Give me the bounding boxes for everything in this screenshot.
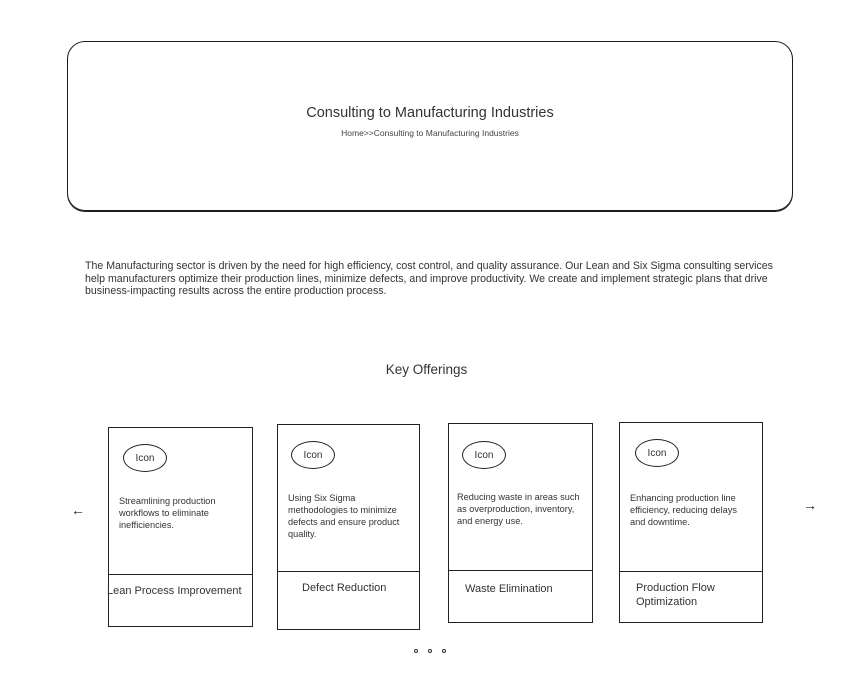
carousel-dot[interactable] bbox=[428, 649, 432, 653]
intro-paragraph: The Manufacturing sector is driven by th… bbox=[85, 260, 773, 298]
offering-name: Lean Process Improvement bbox=[107, 585, 242, 597]
offering-card-defect-reduction[interactable]: Icon Using Six Sigma methodologies to mi… bbox=[277, 424, 420, 630]
offering-description: Reducing waste in areas such as overprod… bbox=[457, 492, 580, 526]
page-header-banner: Consulting to Manufacturing Industries H… bbox=[67, 41, 793, 211]
breadcrumb-separator: >> bbox=[363, 128, 374, 138]
offering-description: Enhancing production line efficiency, re… bbox=[630, 493, 737, 527]
offering-icon-placeholder: Icon bbox=[635, 439, 679, 467]
offering-description: Streamlining production workflows to eli… bbox=[119, 496, 216, 530]
card-divider bbox=[448, 570, 593, 571]
carousel-pagination bbox=[414, 649, 446, 653]
carousel-dot[interactable] bbox=[442, 649, 446, 653]
card-divider bbox=[108, 574, 253, 575]
offering-card-production-flow[interactable]: Icon Enhancing production line efficienc… bbox=[619, 422, 763, 623]
offering-icon-placeholder: Icon bbox=[462, 441, 506, 469]
carousel-dot[interactable] bbox=[414, 649, 418, 653]
offering-card-lean-process[interactable]: Icon Streamlining production workflows t… bbox=[107, 427, 253, 627]
card-divider bbox=[277, 571, 420, 572]
offering-name: Defect Reduction bbox=[302, 582, 387, 594]
page-title: Consulting to Manufacturing Industries bbox=[306, 105, 554, 121]
carousel-prev-arrow-icon[interactable]: ← bbox=[71, 503, 85, 517]
key-offerings-heading: Key Offerings bbox=[385, 362, 468, 377]
card-divider bbox=[619, 571, 763, 572]
offering-card-waste-elimination[interactable]: Icon Reducing waste in areas such as ove… bbox=[448, 423, 593, 623]
offering-name: Production Flow Optimization bbox=[636, 582, 715, 608]
breadcrumb-current: Consulting to Manufacturing Industries bbox=[373, 128, 519, 138]
offering-icon-placeholder: Icon bbox=[123, 444, 167, 472]
offering-name: Waste Elimination bbox=[465, 583, 553, 595]
offering-description: Using Six Sigma methodologies to minimiz… bbox=[288, 493, 400, 539]
breadcrumb-home-link[interactable]: Home bbox=[341, 128, 364, 138]
breadcrumb: Home>>Consulting to Manufacturing Indust… bbox=[68, 128, 792, 138]
offering-icon-placeholder: Icon bbox=[291, 441, 335, 469]
carousel-next-arrow-icon[interactable]: → bbox=[803, 498, 817, 512]
